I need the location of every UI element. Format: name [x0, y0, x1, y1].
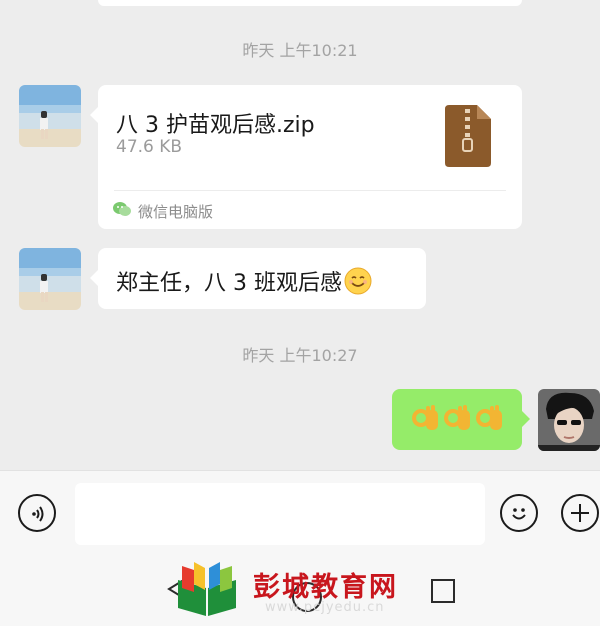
- watermark-url: www.pcjyedu.cn: [265, 600, 385, 615]
- sender-avatar[interactable]: [19, 85, 81, 147]
- plus-icon: [571, 504, 589, 522]
- text-message-bubble[interactable]: 郑主任，八 3 班观后感: [90, 248, 426, 309]
- ok-hand-emoji: [444, 405, 470, 430]
- ok-hand-emoji-row: [412, 405, 502, 430]
- message-timestamp: 昨天 上午10:27: [242, 346, 358, 365]
- sender-avatar[interactable]: [19, 248, 81, 310]
- ok-hand-emoji: [412, 405, 438, 430]
- ok-hand-emoji: [476, 405, 502, 430]
- file-name: 八 3 护苗观后感.zip: [116, 113, 315, 138]
- message-input[interactable]: [75, 483, 485, 545]
- wechat-icon: [112, 200, 132, 222]
- message-text: 郑主任，八 3 班观后感: [116, 271, 342, 296]
- voice-input-button[interactable]: [18, 494, 56, 532]
- previous-message-bubble: [98, 0, 522, 6]
- reply-message-bubble[interactable]: [392, 389, 530, 450]
- file-size: 47.6 KB: [116, 137, 183, 157]
- book-logo: [178, 562, 236, 616]
- file-message-bubble[interactable]: 八 3 护苗观后感.zip 47.6 KB 微信电脑版: [90, 85, 522, 229]
- voice-icon: [32, 506, 44, 522]
- message-timestamp: 昨天 上午10:21: [242, 41, 358, 60]
- more-options-button[interactable]: [561, 494, 599, 532]
- my-avatar[interactable]: [538, 389, 600, 451]
- smiling-face-emoji: [344, 267, 372, 301]
- bubble-divider: [114, 190, 506, 191]
- emoji-button[interactable]: [500, 494, 538, 532]
- source-label: 微信电脑版: [138, 203, 214, 221]
- zip-file-icon: [445, 105, 491, 171]
- emoji-face-icon: [512, 508, 526, 520]
- nav-recent-apps-icon[interactable]: [430, 578, 456, 604]
- watermark-brand-name: 彭城教育网: [253, 572, 398, 603]
